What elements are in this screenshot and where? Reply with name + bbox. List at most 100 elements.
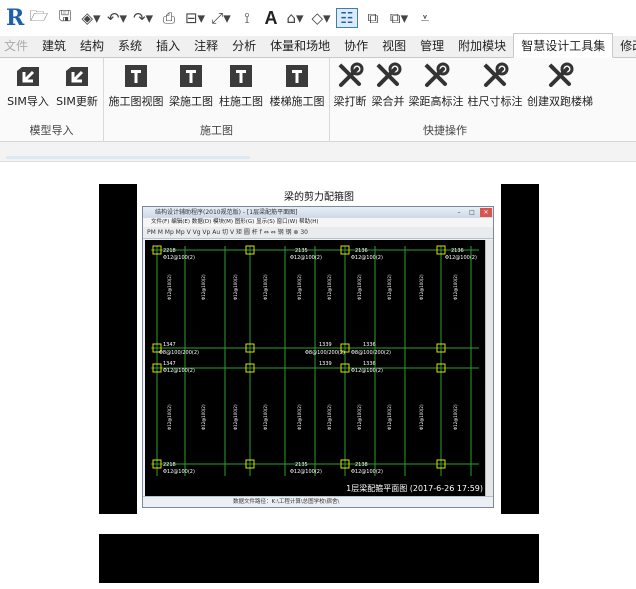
tab-insert[interactable]: 插入 bbox=[149, 37, 187, 57]
panel-title-model-import: 模型导入 bbox=[29, 124, 74, 137]
label-mid-1: 1347 bbox=[163, 361, 176, 367]
label-top-1: 2218 bbox=[163, 248, 176, 254]
options-bar-segment bbox=[6, 156, 250, 159]
drawing-view-button[interactable]: 施工图视图 bbox=[108, 62, 164, 109]
ribbon-panel-area: SIM导入 SIM更新 模型导入 施工图视图 梁施工图 柱施工图 楼梯施工图 施… bbox=[0, 58, 636, 142]
double-stair-icon bbox=[548, 62, 574, 87]
beam-break-label: 梁打断 bbox=[333, 95, 367, 108]
import-icon bbox=[17, 67, 39, 86]
tab-manage[interactable]: 管理 bbox=[413, 37, 451, 57]
tab-annotate[interactable]: 注释 bbox=[187, 37, 225, 57]
undo-icon[interactable]: ↶▾ bbox=[106, 9, 128, 27]
minimize-icon[interactable]: – bbox=[453, 208, 465, 217]
close-windows-icon[interactable]: ⧉ bbox=[362, 9, 384, 27]
section-icon[interactable]: ◇▾ bbox=[310, 9, 332, 27]
double-stair-button[interactable]: 创建双跑楼梯 bbox=[526, 62, 594, 109]
column-drawing-button[interactable]: 柱施工图 bbox=[218, 62, 264, 109]
svg-text:Φ12@100(2): Φ12@100(2) bbox=[357, 404, 362, 430]
switch-windows-icon[interactable]: ⧉▾ bbox=[388, 9, 410, 27]
embedded-vertical-scrollbar[interactable] bbox=[485, 240, 493, 496]
figure-caption: 梁的剪力配箍图 bbox=[284, 192, 354, 203]
black-bar bbox=[99, 534, 539, 583]
column-dim-tag-icon bbox=[483, 62, 509, 87]
quick-access-toolbar: R 🗁 🖫 ◈▾ ↶▾ ↷▾ ⎙ ⊟▾ ⤢▾ ⟟ A ⌂▾ ◇▾ ☷ ⧉ ⧉▾ … bbox=[0, 0, 636, 36]
beam-drawing-icon bbox=[180, 65, 202, 87]
view3d-icon[interactable]: ⌂▾ bbox=[284, 9, 306, 27]
measure-icon[interactable]: ⊟▾ bbox=[184, 9, 206, 27]
column-dim-tag-button[interactable]: 柱尺寸标注 bbox=[466, 62, 524, 109]
svg-text:Φ12@100(2): Φ12@100(2) bbox=[387, 274, 392, 300]
tab-addins[interactable]: 附加模块 bbox=[451, 37, 513, 57]
svg-text:Φ12@100(2): Φ12@100(2) bbox=[297, 274, 302, 300]
dimension-icon[interactable]: ⤢▾ bbox=[210, 9, 232, 27]
embedded-window-title: 结构设计辅助程序(2010规范版) - [1层梁配筋平面图] – □ ✕ bbox=[143, 207, 493, 218]
text-icon[interactable]: A bbox=[262, 8, 280, 29]
tab-collaborate[interactable]: 协作 bbox=[337, 37, 375, 57]
app-logo[interactable]: R bbox=[6, 5, 24, 31]
svg-text:Φ12@100(2): Φ12@100(2) bbox=[419, 274, 424, 300]
plan-title: 1层梁配箍平面图 (2017-6-26 17:59) bbox=[346, 484, 483, 493]
sim-import-label: SIM导入 bbox=[7, 95, 49, 108]
beam-merge-button[interactable]: 梁合并 bbox=[370, 62, 406, 109]
beam-height-tag-label: 梁距高标注 bbox=[408, 95, 464, 108]
redo-icon[interactable]: ↷▾ bbox=[132, 9, 154, 27]
tag-icon[interactable]: ⟟ bbox=[236, 9, 258, 27]
label-bottom-3: 2138 bbox=[355, 462, 368, 468]
svg-text:Φ12@100(2): Φ12@100(2) bbox=[263, 404, 268, 430]
beam-height-tag-icon bbox=[424, 62, 450, 87]
print-icon[interactable]: ⎙ bbox=[158, 9, 180, 27]
column-drawing-label: 柱施工图 bbox=[219, 95, 263, 108]
panel-model-import: SIM导入 SIM更新 模型导入 bbox=[0, 58, 104, 142]
tab-view[interactable]: 视图 bbox=[375, 37, 413, 57]
double-stair-label: 创建双跑楼梯 bbox=[527, 95, 593, 108]
label-bottom-1: 2218 bbox=[163, 462, 176, 468]
tab-file[interactable]: 文件 bbox=[0, 37, 35, 57]
maximize-icon[interactable]: □ bbox=[466, 208, 478, 217]
beam-break-icon bbox=[338, 62, 364, 87]
label-row-rebar-3: Φ8@100/200(2) bbox=[351, 350, 391, 356]
column-dim-tag-label: 柱尺寸标注 bbox=[467, 95, 523, 108]
label-row-3: 1336 bbox=[363, 342, 376, 348]
ribbon-under-strip bbox=[0, 142, 636, 162]
drawing-view-icon bbox=[125, 65, 147, 87]
tab-structure[interactable]: 结构 bbox=[73, 37, 111, 57]
svg-text:Φ12@100(2): Φ12@100(2) bbox=[357, 274, 362, 300]
label-bottom-rebar-3: Φ12@100(2) bbox=[351, 469, 383, 475]
svg-text:Φ12@100(2): Φ12@100(2) bbox=[327, 404, 332, 430]
label-row-rebar-2: Φ8@100/200(2) bbox=[305, 350, 345, 356]
tab-massing-site[interactable]: 体量和场地 bbox=[263, 37, 337, 57]
tab-modify[interactable]: 修改 bbox=[613, 37, 636, 57]
svg-text:Φ12@100(2): Φ12@100(2) bbox=[263, 274, 268, 300]
tab-smart-design-tools[interactable]: 智慧设计工具集 bbox=[513, 33, 614, 58]
embedded-status-bar: 数据文件路径：K:\工程计算\总图学校\宿舍\ bbox=[143, 496, 493, 507]
beam-merge-label: 梁合并 bbox=[371, 95, 405, 108]
beam-drawing-button[interactable]: 梁施工图 bbox=[168, 62, 214, 109]
beam-merge-icon bbox=[376, 62, 402, 87]
update-icon bbox=[66, 67, 88, 86]
panel-title-construction-drawings: 施工图 bbox=[200, 124, 233, 137]
stair-drawing-icon bbox=[286, 65, 308, 87]
embedded-app-window: 结构设计辅助程序(2010规范版) - [1层梁配筋平面图] – □ ✕ 文件(… bbox=[142, 206, 494, 508]
label-top-rebar-4: Φ12@100(2) bbox=[445, 255, 477, 261]
open-icon[interactable]: 🗁 bbox=[28, 6, 50, 31]
svg-text:Φ12@100(2): Φ12@100(2) bbox=[327, 274, 332, 300]
embedded-toolbar: PM M Mp Mp V Vg Vp Au 切 V 矩 圆 杆 f ⇔ ⇔ 钢 … bbox=[143, 227, 493, 239]
svg-text:Φ12@100(2): Φ12@100(2) bbox=[201, 274, 206, 300]
tab-architecture[interactable]: 建筑 bbox=[35, 37, 73, 57]
customize-icon[interactable]: ⩡ bbox=[414, 9, 436, 27]
beam-height-tag-button[interactable]: 梁距高标注 bbox=[408, 62, 464, 109]
tab-systems[interactable]: 系统 bbox=[111, 37, 149, 57]
label-mid-rebar-3: Φ12@100(2) bbox=[351, 368, 383, 374]
thin-lines-icon[interactable]: ☷ bbox=[336, 8, 358, 28]
tab-analyze[interactable]: 分析 bbox=[225, 37, 263, 57]
beam-break-button[interactable]: 梁打断 bbox=[332, 62, 368, 109]
close-icon[interactable]: ✕ bbox=[480, 208, 492, 217]
ribbon-tabs: 文件 建筑 结构 系统 插入 注释 分析 体量和场地 协作 视图 管理 附加模块… bbox=[0, 33, 636, 58]
sim-update-button[interactable]: SIM更新 bbox=[54, 62, 100, 109]
save-icon[interactable]: 🖫 bbox=[54, 6, 76, 31]
sync-icon[interactable]: ◈▾ bbox=[80, 9, 102, 27]
sim-import-button[interactable]: SIM导入 bbox=[6, 62, 50, 109]
svg-text:Φ12@100(2): Φ12@100(2) bbox=[201, 404, 206, 430]
svg-text:Φ12@100(2): Φ12@100(2) bbox=[233, 274, 238, 300]
stair-drawing-button[interactable]: 楼梯施工图 bbox=[268, 62, 326, 109]
